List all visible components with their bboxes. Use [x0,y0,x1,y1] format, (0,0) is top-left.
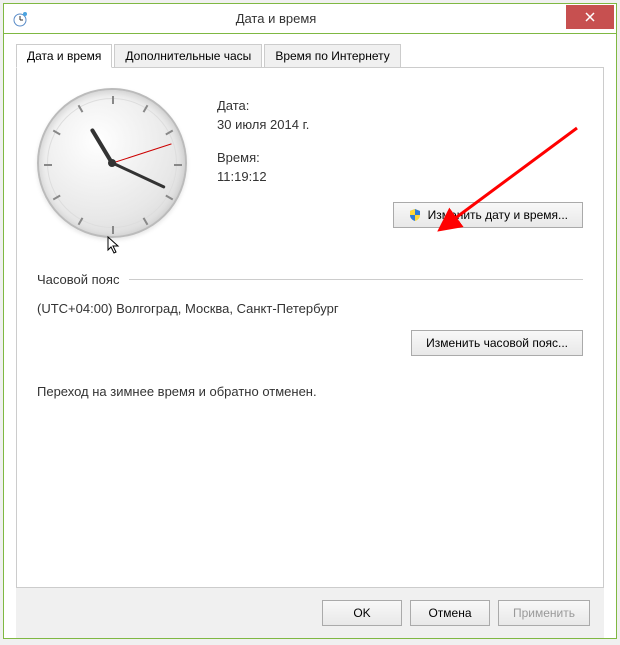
datetime-info: Дата: 30 июля 2014 г. Время: 11:19:12 [217,88,583,228]
uac-shield-icon [408,208,422,222]
second-hand [112,143,171,163]
clock-center [108,159,116,167]
close-icon [585,12,595,22]
content-area: Дата и время Дополнительные часы Время п… [4,34,616,638]
time-value: 11:19:12 [217,169,583,184]
tab-datetime[interactable]: Дата и время [16,44,112,68]
apply-button[interactable]: Применить [498,600,590,626]
titlebar: Дата и время [4,4,616,34]
change-datetime-label: Изменить дату и время... [428,208,568,222]
date-label: Дата: [217,98,583,113]
change-datetime-button[interactable]: Изменить дату и время... [393,202,583,228]
timezone-value: (UTC+04:00) Волгоград, Москва, Санкт-Пет… [37,301,583,316]
change-timezone-button[interactable]: Изменить часовой пояс... [411,330,583,356]
time-label: Время: [217,150,583,165]
datetime-app-icon [12,11,28,27]
dst-info: Переход на зимнее время и обратно отмене… [37,384,583,399]
analog-clock [37,88,187,238]
timezone-section-header: Часовой пояс [37,272,583,287]
cancel-button[interactable]: Отмена [410,600,490,626]
tab-content: Дата: 30 июля 2014 г. Время: 11:19:12 [16,68,604,588]
minute-hand [111,162,165,189]
close-button[interactable] [566,5,614,29]
dialog-buttons: OK Отмена Применить [16,588,604,638]
datetime-display-row: Дата: 30 июля 2014 г. Время: 11:19:12 [37,88,583,248]
date-value: 30 июля 2014 г. [217,117,583,132]
change-timezone-label: Изменить часовой пояс... [426,336,568,350]
tabs: Дата и время Дополнительные часы Время п… [16,44,604,68]
analog-clock-container [37,88,197,248]
cursor-icon [107,236,121,259]
tab-internet-time[interactable]: Время по Интернету [264,44,400,67]
timezone-header-text: Часовой пояс [37,272,119,287]
separator-line [129,279,583,280]
tab-additional-clocks[interactable]: Дополнительные часы [114,44,262,67]
window-title: Дата и время [36,11,516,26]
ok-button[interactable]: OK [322,600,402,626]
datetime-settings-window: Дата и время Дата и время Дополнительные… [3,3,617,639]
